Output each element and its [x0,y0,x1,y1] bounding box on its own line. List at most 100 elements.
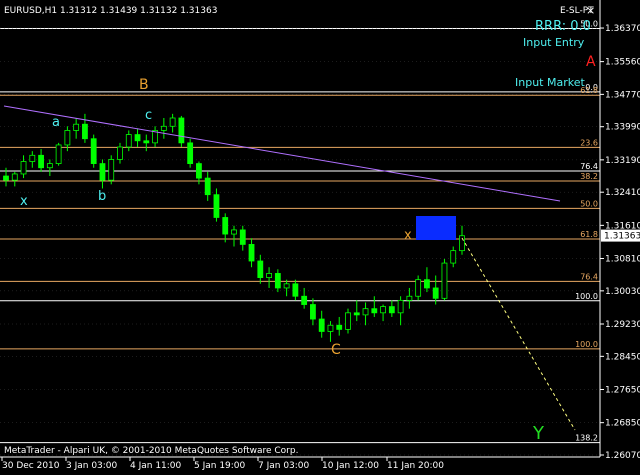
wave-label-B: B [139,77,149,93]
price-chart[interactable]: 50.00.061.823.676.438.250.061.876.4100.0… [0,0,640,475]
candle-body [134,134,141,142]
candle-body [99,163,106,181]
entry-box[interactable] [416,216,456,240]
close-icon[interactable]: × [586,4,595,17]
candle-body [29,154,36,162]
candle-body [327,324,334,332]
fib-level-label: 61.8 [580,230,598,239]
candle-body [266,273,272,278]
candle-body [274,273,281,289]
fib-level-label: 38.2 [580,172,598,181]
candle-body [20,161,27,175]
price-tick-label: 1.29230 [605,320,640,330]
price-tick-label: 1.33190 [605,156,640,166]
wave-label-C: C [331,342,341,358]
candle-body [362,308,369,316]
time-tick-label: 3 Jan 03:00 [66,461,118,471]
price-tick-label: 1.27650 [605,386,640,396]
candle-body [125,134,132,148]
candle-body [55,144,62,164]
fib-level-label: 76.4 [580,162,598,171]
candle-body [424,279,430,289]
wave-label-A: A [586,54,596,70]
candle-body [38,154,44,169]
candle-body [213,194,220,218]
wave-label-x-right: x [404,228,412,243]
copyright-footer: MetaTrader - Alpari UK, © 2001-2010 Meta… [4,446,298,456]
candle-body [239,229,246,245]
symbol-info: EURUSD,H1 1.31312 1.31439 1.31132 1.3136… [4,6,217,16]
candle-body [406,295,413,301]
fib-level-label: 76.4 [580,272,598,281]
projection-line[interactable] [461,237,576,431]
price-tick-label: 1.32410 [605,188,640,198]
candle-body [432,287,439,299]
candle-body [178,117,185,144]
wave-label-x-left: x [20,194,28,209]
candle-body [388,306,395,314]
candle-body [222,217,229,235]
candle-body [143,140,150,144]
candle-body [441,262,448,299]
fib-level-label: 23.6 [580,138,598,147]
candle-body [397,299,404,314]
candle-body [450,250,457,264]
current-price-tag: 1.31363 [601,229,640,242]
candle-body [353,312,360,316]
rrr-value: RRR: 0.0 [535,19,591,34]
candle-body [82,123,88,140]
time-tick-label: 30 Dec 2010 [2,461,60,471]
candle-body [318,318,325,332]
candle-body [169,117,176,127]
candle-body [310,304,316,320]
candle-body [301,295,308,305]
candle-body [283,283,290,289]
candle-body [336,324,343,330]
price-tick-label: 1.28450 [605,352,640,362]
wave-label-b: b [98,189,106,204]
price-axis-labels: 1.36370 1.35560 1.34770 1.33990 1.33190 1.324… [600,24,640,461]
candles [3,113,465,342]
candle-body [248,244,255,262]
candle-body [371,308,378,314]
axes [0,0,601,458]
candle-body [345,312,351,330]
candle-body [3,175,9,181]
time-tick-label: 11 Jan 20:00 [387,461,444,471]
price-tick-label: 1.36370 [605,24,640,34]
price-tick-label: 1.30030 [605,287,640,297]
input-entry-label: Input Entry [523,36,585,49]
candle-body [204,177,211,196]
price-tick-label: 1.30810 [605,255,640,265]
candle-body [64,130,71,146]
time-tick-label: 7 Jan 03:00 [258,461,310,471]
candle-body [117,146,123,160]
fib-level-label: 138.2 [575,434,598,443]
current-price-label: 1.31363 [604,232,640,242]
candle-body [257,260,264,278]
time-tick-label: 4 Jan 11:00 [130,461,182,471]
candle-body [73,123,80,131]
input-market-label: Input Market [515,76,585,89]
candle-body [108,159,115,181]
candle-body [292,283,299,297]
fib-level-label: 100.0 [575,292,598,301]
fib-level-label: 100.0 [575,340,598,349]
candle-body [46,163,53,169]
candle-body [187,142,194,164]
trendline[interactable] [3,105,561,202]
candle-body [459,235,465,252]
candle-body [415,279,422,297]
fibonacci-levels: 50.00.061.823.676.438.250.061.876.4100.0… [0,19,600,444]
price-tick-label: 1.26850 [605,419,640,429]
price-tick-label: 1.33990 [605,123,640,133]
candle-body [196,163,202,179]
wave-label-Y: Y [532,423,545,444]
candle-body [11,173,18,181]
fib-level-label: 50.0 [580,199,598,208]
wave-label-c: c [145,108,152,123]
wave-label-a: a [52,115,60,130]
time-tick-label: 5 Jan 19:00 [194,461,246,471]
price-tick-label: 1.35560 [605,58,640,68]
time-tick-label: 10 Jan 12:00 [322,461,379,471]
